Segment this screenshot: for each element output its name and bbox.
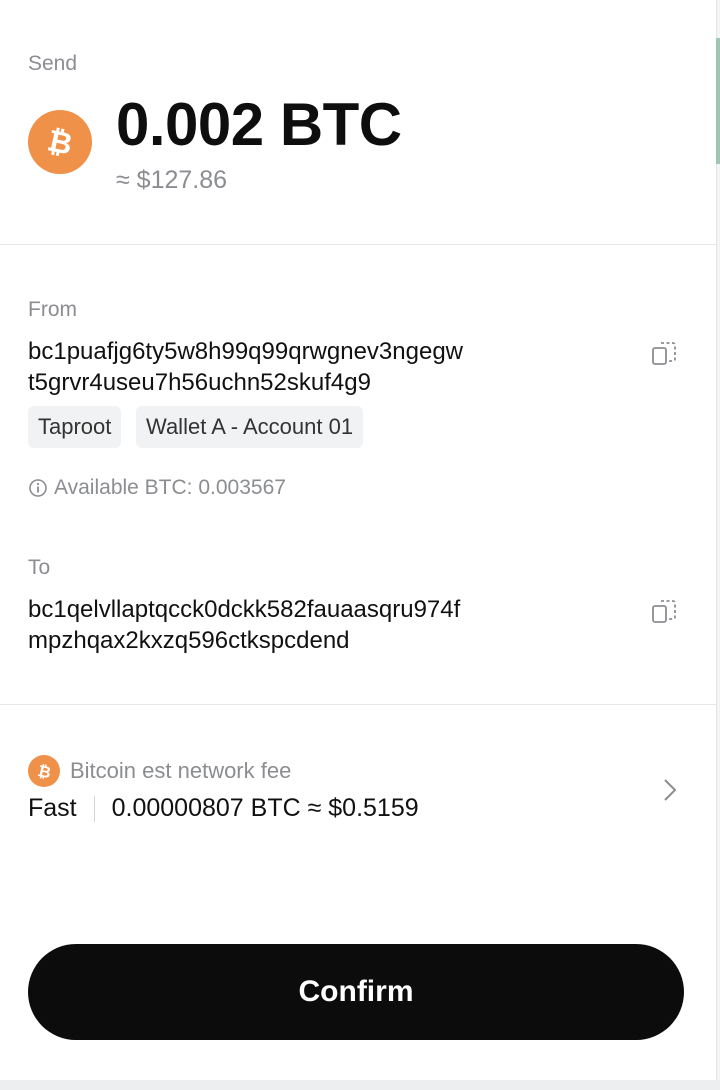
from-address-line2: t5grvr4useu7h56uchn52skuf4g9 <box>28 369 371 396</box>
from-address[interactable]: bc1puafjg6ty5w8h99q99qrwgnev3ngegw t5grv… <box>28 336 588 398</box>
bitcoin-glyph: ₿ <box>36 762 52 781</box>
copy-to-address-icon[interactable] <box>648 596 680 628</box>
address-type-tag: Taproot <box>28 406 122 448</box>
fee-separator <box>93 795 95 822</box>
to-label: To <box>28 556 51 579</box>
to-address-line1: bc1qelvllaptqcck0dckk582fauaasqru974f <box>28 596 461 623</box>
send-amount: 0.002 BTC <box>116 91 402 158</box>
to-address-line2: mpzhqax2kxzq596ctkspcdend <box>28 627 350 654</box>
svg-text:₿: ₿ <box>36 762 52 781</box>
send-confirmation-panel: Send ₿ 0.002 BTC ≈ $127.86 From bc1puafj… <box>0 0 716 1080</box>
svg-text:₿: ₿ <box>44 124 75 160</box>
bitcoin-icon: ₿ <box>28 110 92 174</box>
send-label: Send <box>28 52 78 75</box>
info-icon <box>29 479 47 497</box>
network-fee-label: Bitcoin est network fee <box>70 758 292 783</box>
bottom-edge <box>0 1080 720 1090</box>
to-address[interactable]: bc1qelvllaptqcck0dckk582fauaasqru974f mp… <box>28 594 588 656</box>
from-address-line1: bc1puafjg6ty5w8h99q99qrwgnev3ngegw <box>28 338 463 365</box>
window-edge-accent <box>716 38 720 164</box>
chevron-right-icon[interactable] <box>656 774 684 806</box>
divider <box>0 244 716 245</box>
bitcoin-glyph: ₿ <box>44 124 75 160</box>
network-fee-row[interactable]: Fast 0.00000807 BTC ≈ $0.5159 <box>28 794 419 823</box>
fee-value: 0.00000807 BTC ≈ $0.5159 <box>111 794 419 822</box>
send-fiat-value: ≈ $127.86 <box>116 166 228 194</box>
wallet-account-tag: Wallet A - Account 01 <box>136 406 364 448</box>
confirm-button[interactable]: Confirm <box>28 944 684 1040</box>
from-label: From <box>28 298 77 321</box>
available-balance-text: Available BTC: 0.003567 <box>54 476 286 499</box>
copy-from-address-icon[interactable] <box>648 338 680 370</box>
bitcoin-fee-icon: ₿ <box>28 755 60 787</box>
fee-speed: Fast <box>28 794 77 822</box>
available-balance: Available BTC: 0.003567 <box>28 476 286 500</box>
divider <box>0 704 716 705</box>
